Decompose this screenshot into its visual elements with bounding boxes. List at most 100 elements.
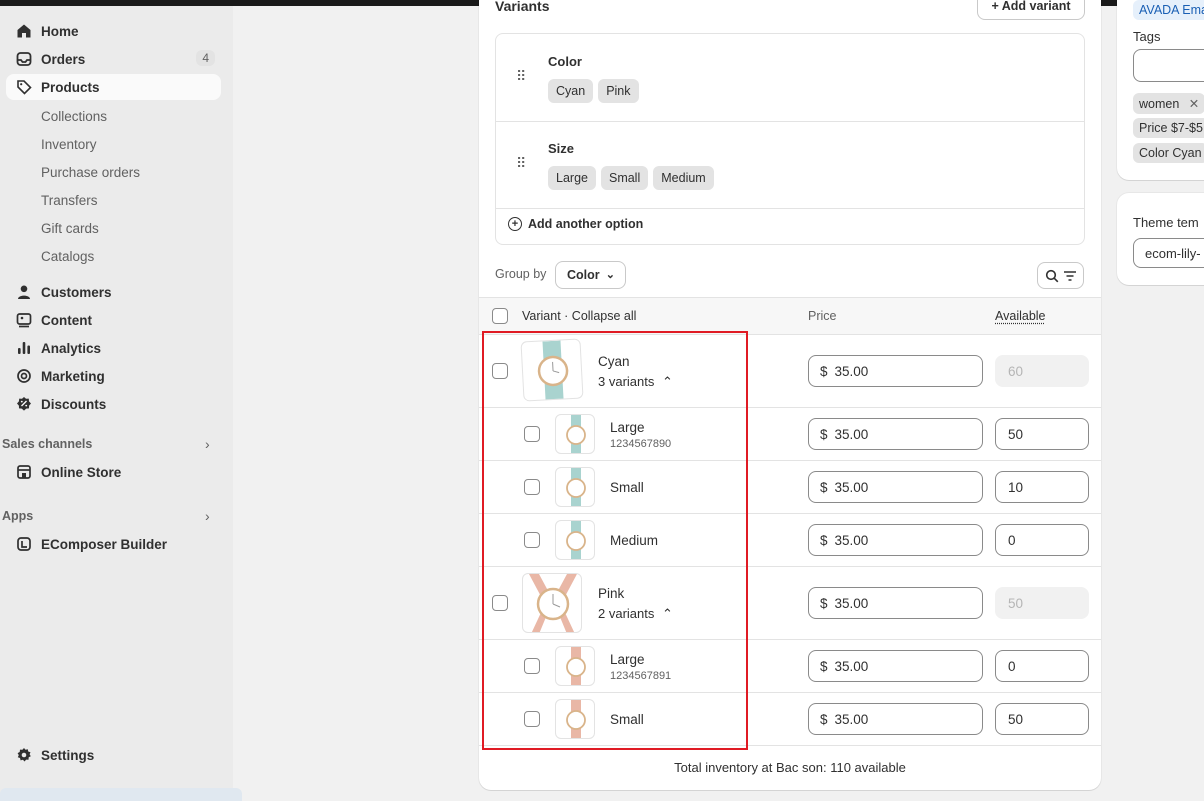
variant-name: Medium: [610, 533, 659, 548]
group-by-value: Color: [567, 268, 600, 282]
variant-name: Small: [610, 712, 644, 727]
available-input[interactable]: 10: [995, 471, 1089, 503]
option-value-chip: Pink: [598, 79, 639, 103]
select-all-checkbox[interactable]: [492, 308, 508, 324]
theme-template-select[interactable]: ecom-lily-: [1133, 238, 1204, 268]
add-option-label: Add another option: [528, 217, 644, 231]
sidebar-sub-transfers[interactable]: Transfers: [41, 193, 98, 208]
product-thumbnail: [522, 573, 582, 633]
sidebar-item-ecomposer[interactable]: EComposer Builder: [6, 531, 221, 557]
add-another-option-button[interactable]: + Add another option: [508, 217, 643, 231]
sidebar-item-settings[interactable]: Settings: [6, 742, 221, 768]
price-input[interactable]: $ 35.00: [808, 418, 983, 450]
variants-count-toggle[interactable]: 2 variants ⌃: [598, 606, 673, 622]
row-checkbox[interactable]: [492, 595, 508, 611]
close-icon[interactable]: ✕: [1189, 97, 1199, 111]
variant-thumbnail: [555, 414, 595, 454]
drag-handle-icon[interactable]: ⠿: [516, 155, 526, 172]
search-filter-button[interactable]: [1037, 262, 1084, 289]
variant-sku: 1234567890: [610, 438, 672, 450]
product-thumbnail: [520, 338, 584, 402]
sidebar-sub-gift-cards[interactable]: Gift cards: [41, 221, 99, 236]
sidebar-item-content[interactable]: Content: [6, 307, 221, 333]
theme-template-value: ecom-lily-: [1145, 245, 1201, 261]
sidebar-item-orders[interactable]: Orders 4: [6, 46, 221, 72]
search-icon: [1045, 269, 1058, 282]
row-checkbox[interactable]: [524, 658, 540, 674]
price-input[interactable]: $ 35.00: [808, 587, 983, 619]
sales-channels-heading: Sales channels: [2, 437, 93, 451]
table-row[interactable]: Small $ 35.00 50: [479, 693, 1101, 746]
variants-title: Variants: [495, 0, 550, 14]
tags-label: Tags: [1133, 29, 1161, 44]
row-checkbox[interactable]: [524, 711, 540, 727]
table-row[interactable]: Large 1234567891 $ 35.00 0: [479, 640, 1101, 693]
variant-group-name: Pink: [598, 586, 625, 601]
tag-chip[interactable]: women ✕: [1133, 93, 1204, 114]
available-input[interactable]: 0: [995, 650, 1089, 682]
sidebar-sub-catalogs[interactable]: Catalogs: [41, 249, 94, 264]
add-variant-button[interactable]: + Add variant: [977, 0, 1085, 20]
sidebar-item-online-store[interactable]: Online Store: [6, 459, 221, 485]
sidebar-item-products[interactable]: Products: [6, 74, 221, 100]
column-variant[interactable]: Variant · Collapse all: [522, 309, 636, 323]
option-color[interactable]: ⠿ Color Cyan Pink: [496, 34, 1084, 121]
table-row-group-cyan[interactable]: Cyan 3 variants ⌃ $ 35.00 60: [479, 335, 1101, 408]
price-value: 35.00: [834, 658, 869, 674]
sidebar-item-label: Orders: [41, 51, 86, 67]
sidebar-item-home[interactable]: Home: [6, 18, 221, 44]
chevron-right-icon[interactable]: ›: [205, 436, 210, 452]
available-value: 0: [1008, 532, 1016, 548]
sidebar-item-discounts[interactable]: Discounts: [6, 391, 221, 417]
table-header: Variant · Collapse all Price Available: [479, 297, 1101, 335]
drag-handle-icon[interactable]: ⠿: [516, 68, 526, 85]
price-input[interactable]: $ 35.00: [808, 355, 983, 387]
store-icon: [16, 464, 32, 480]
gear-icon: [16, 747, 32, 763]
group-by-select[interactable]: Color ⌄: [555, 261, 626, 289]
filter-icon: [1063, 270, 1076, 281]
table-row[interactable]: Small $ 35.00 10: [479, 461, 1101, 514]
avada-chip[interactable]: AVADA Ema: [1133, 0, 1204, 20]
row-checkbox[interactable]: [524, 426, 540, 442]
available-value: 50: [1008, 711, 1024, 727]
apps-heading: Apps: [2, 509, 34, 523]
row-checkbox[interactable]: [492, 363, 508, 379]
option-value-chip: Small: [600, 166, 649, 190]
sidebar-item-label: Marketing: [41, 368, 105, 384]
price-input[interactable]: $ 35.00: [808, 650, 983, 682]
tag-icon: [16, 79, 32, 95]
tag-chip[interactable]: Color Cyan: [1133, 143, 1204, 163]
tag-chip[interactable]: Price $7-$5: [1133, 118, 1204, 138]
variant-thumbnail: [555, 699, 595, 739]
sidebar-sub-purchase-orders[interactable]: Purchase orders: [41, 165, 140, 180]
available-input[interactable]: 50: [995, 418, 1089, 450]
person-icon: [16, 284, 32, 300]
sidebar-item-marketing[interactable]: Marketing: [6, 363, 221, 389]
price-input[interactable]: $ 35.00: [808, 703, 983, 735]
sidebar-sub-inventory[interactable]: Inventory: [41, 137, 97, 152]
sidebar-item-analytics[interactable]: Analytics: [6, 335, 221, 361]
sidebar-sub-collections[interactable]: Collections: [41, 109, 107, 124]
table-row-group-pink[interactable]: Pink 2 variants ⌃ $ 35.00 50: [479, 567, 1101, 640]
option-size[interactable]: ⠿ Size Large Small Medium: [496, 122, 1084, 208]
sidebar-item-label: Online Store: [41, 464, 122, 480]
price-value: 35.00: [834, 595, 869, 611]
variants-count-toggle[interactable]: 3 variants ⌃: [598, 374, 673, 390]
column-available[interactable]: Available: [995, 309, 1046, 323]
table-row[interactable]: Medium $ 35.00 0: [479, 514, 1101, 567]
sidebar-item-customers[interactable]: Customers: [6, 279, 221, 305]
available-input: 60: [995, 355, 1089, 387]
price-input[interactable]: $ 35.00: [808, 471, 983, 503]
group-by-label: Group by: [495, 267, 547, 281]
table-row[interactable]: Large 1234567890 $ 35.00 50: [479, 408, 1101, 461]
available-input[interactable]: 0: [995, 524, 1089, 556]
tags-input[interactable]: [1133, 49, 1204, 82]
row-checkbox[interactable]: [524, 479, 540, 495]
variant-sku: 1234567891: [610, 670, 672, 682]
bar-chart-icon: [16, 340, 32, 356]
row-checkbox[interactable]: [524, 532, 540, 548]
available-input[interactable]: 50: [995, 703, 1089, 735]
price-input[interactable]: $ 35.00: [808, 524, 983, 556]
chevron-right-icon[interactable]: ›: [205, 508, 210, 524]
